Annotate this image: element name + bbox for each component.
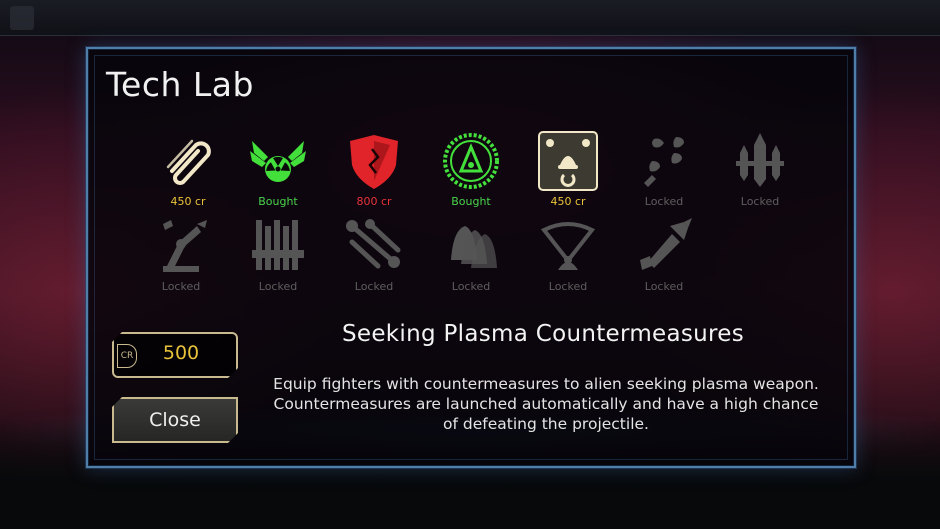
tech-item-radiation[interactable]: Bought: [238, 131, 318, 211]
countermeasure-icon: [538, 131, 598, 191]
tech-item-fan[interactable]: Locked: [528, 216, 608, 296]
tech-item-label: 450 cr: [170, 195, 206, 208]
tech-item-rockets[interactable]: Locked: [720, 131, 800, 211]
credits-badge: CR: [117, 344, 137, 368]
top-bar: [0, 0, 940, 36]
close-button[interactable]: Close: [112, 397, 238, 443]
credits-display: CR 500: [112, 332, 238, 378]
rockets-icon: [736, 133, 784, 187]
missile-icon: [640, 218, 692, 270]
tech-item-sensor[interactable]: Bought: [431, 131, 511, 211]
tech-item-label: Locked: [644, 280, 684, 293]
dialog-title: Tech Lab: [106, 65, 254, 104]
tech-item-label: Bought: [451, 195, 491, 208]
tech-item-label: 450 cr: [550, 195, 586, 208]
tech-lab-dialog: Tech Lab 450 cr Bought 800 cr Bought 450…: [86, 47, 856, 468]
tech-item-paperclip[interactable]: 450 cr: [148, 131, 228, 211]
tech-item-missile[interactable]: Locked: [624, 216, 704, 296]
tech-item-label: Locked: [258, 280, 298, 293]
tech-item-label: Locked: [161, 280, 201, 293]
tech-item-label: Locked: [451, 280, 491, 293]
tech-description-title: Seeking Plasma Countermeasures: [341, 321, 745, 347]
tech-item-countermeasure[interactable]: 450 cr: [528, 131, 608, 211]
tech-item-label: Locked: [354, 280, 394, 293]
tech-item-wrenches[interactable]: Locked: [334, 216, 414, 296]
menu-icon: [10, 6, 34, 30]
winged-radiation-icon: [250, 141, 306, 182]
projectiles-icon: [644, 137, 684, 187]
credits-value: 500: [162, 342, 200, 364]
tech-item-label: Locked: [644, 195, 684, 208]
tech-item-label: Locked: [548, 280, 588, 293]
tech-item-label: 800 cr: [356, 195, 392, 208]
tech-item-guitars[interactable]: Locked: [238, 216, 318, 296]
sensor-dish-icon: [443, 133, 499, 189]
stacked-hulls-icon: [451, 226, 497, 268]
paperclip-icon: [166, 139, 211, 185]
tech-item-hulls[interactable]: Locked: [431, 216, 511, 296]
tech-item-label: Locked: [740, 195, 780, 208]
robotic-arm-icon: [163, 220, 207, 272]
tech-item-projectiles[interactable]: Locked: [624, 131, 704, 211]
shield-icon: [350, 135, 398, 189]
tech-item-label: Bought: [258, 195, 298, 208]
tech-description-text: Equip fighters with countermeasures to a…: [273, 375, 819, 433]
tech-item-shield[interactable]: 800 cr: [334, 131, 414, 211]
wrenches-icon: [346, 219, 401, 269]
tech-item-robotic-arm[interactable]: Locked: [141, 216, 221, 296]
fan-icon: [540, 222, 596, 270]
guitar-pair-icon: [252, 220, 304, 270]
